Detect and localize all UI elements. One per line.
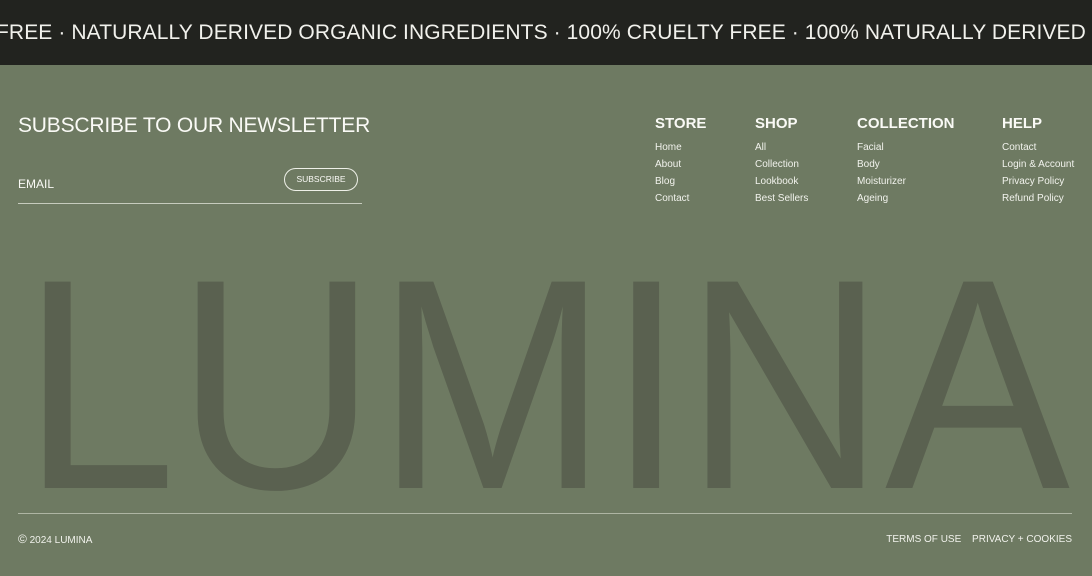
footer-link-contact[interactable]: Contact (655, 190, 706, 207)
subscribe-button[interactable]: SUBSCRIBE (284, 168, 358, 191)
terms-of-use-link[interactable]: TERMS OF USE (886, 534, 961, 545)
privacy-cookies-link[interactable]: PRIVACY + COOKIES (972, 534, 1072, 545)
newsletter-form: SUBSCRIBE (18, 165, 362, 204)
marquee-separator: · (785, 21, 805, 44)
marquee-item: 100% CRUELTY FREE (566, 21, 786, 44)
newsletter-title: SUBSCRIBE TO OUR NEWSLETTER (18, 114, 371, 137)
brand-wordmark-text: LUMINA (22, 262, 1071, 494)
marquee-separator: · (547, 21, 567, 44)
footer-link-privacy-policy[interactable]: Privacy Policy (1002, 173, 1074, 190)
shop-column: SHOP All Collection Lookbook Best Seller… (755, 115, 808, 207)
marquee-item: NATURALLY DERIVED ORGANIC INGREDIENTS (71, 21, 548, 44)
footer-link-collection[interactable]: Collection (755, 156, 808, 173)
collection-links: Facial Body Moisturizer Ageing (857, 139, 955, 207)
marquee-item: FREE (0, 21, 53, 44)
footer-link-home[interactable]: Home (655, 139, 706, 156)
footer-link-refund-policy[interactable]: Refund Policy (1002, 190, 1074, 207)
footer-link-blog[interactable]: Blog (655, 173, 706, 190)
email-field[interactable] (18, 173, 268, 195)
help-column-title: HELP (1002, 115, 1043, 132)
footer-link-moisturizer[interactable]: Moisturizer (857, 173, 955, 190)
marquee-separator: · (52, 21, 72, 44)
footer-link-login-account[interactable]: Login & Account (1002, 156, 1074, 173)
brand-wordmark: LUMINA (22, 262, 1071, 494)
store-column-title: STORE (655, 115, 707, 132)
shop-links: All Collection Lookbook Best Sellers (755, 139, 808, 207)
collection-column: COLLECTION Facial Body Moisturizer Agein… (857, 115, 955, 207)
legal-links: TERMS OF USE PRIVACY + COOKIES (878, 533, 1072, 547)
footer-divider (18, 513, 1072, 514)
footer-link-help-contact[interactable]: Contact (1002, 139, 1074, 156)
help-column: HELP Contact Login & Account Privacy Pol… (1002, 115, 1074, 207)
store-links: Home About Blog Contact (655, 139, 706, 207)
copyright: © 2024 LUMINA (18, 532, 92, 548)
collection-column-title: COLLECTION (857, 115, 955, 132)
help-links: Contact Login & Account Privacy Policy R… (1002, 139, 1074, 207)
marquee-item: 100% NATURALLY DERIVED ORGANIC INGREDIEN… (804, 21, 1092, 44)
shop-column-title: SHOP (755, 115, 798, 132)
announcement-marquee: FREE · NATURALLY DERIVED ORGANIC INGREDI… (0, 0, 1092, 65)
footer-link-lookbook[interactable]: Lookbook (755, 173, 808, 190)
footer-link-facial[interactable]: Facial (857, 139, 955, 156)
footer-link-about[interactable]: About (655, 156, 706, 173)
footer-link-best-sellers[interactable]: Best Sellers (755, 190, 808, 207)
marquee-track: FREE · NATURALLY DERIVED ORGANIC INGREDI… (0, 20, 1092, 46)
store-column: STORE Home About Blog Contact (655, 115, 706, 207)
footer-link-all[interactable]: All (755, 139, 808, 156)
footer-link-body[interactable]: Body (857, 156, 955, 173)
footer-page: FREE · NATURALLY DERIVED ORGANIC INGREDI… (0, 0, 1092, 576)
copyright-text: 2024 LUMINA (29, 535, 93, 546)
copyright-icon: © (18, 532, 27, 546)
footer-link-ageing[interactable]: Ageing (857, 190, 955, 207)
